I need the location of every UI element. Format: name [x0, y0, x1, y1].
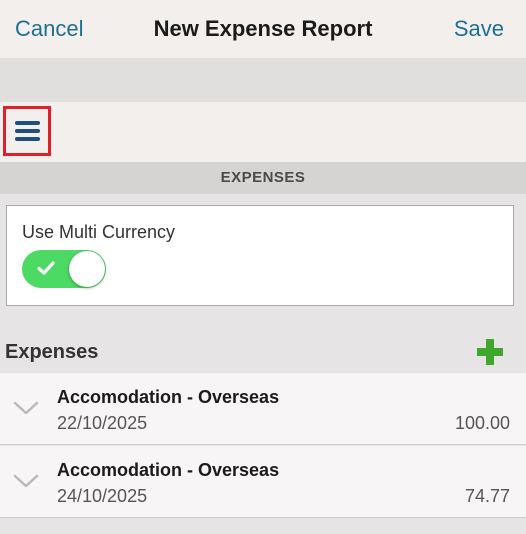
expense-report-screen: Cancel New Expense Report Save EXPENSES …: [0, 0, 526, 534]
multi-currency-card: Use Multi Currency: [6, 205, 514, 306]
expense-row[interactable]: Accomodation - Overseas 24/10/2025 74.77: [0, 446, 526, 518]
hamburger-menu-icon-bar: [15, 129, 40, 133]
checkmark-icon: [37, 261, 55, 275]
expense-row[interactable]: Accomodation - Overseas 22/10/2025 100.0…: [0, 373, 526, 445]
menu-button[interactable]: [3, 106, 51, 156]
expense-amount: 74.77: [464, 486, 510, 506]
save-button[interactable]: Save: [454, 16, 504, 42]
page-title: New Expense Report: [153, 16, 373, 41]
multi-currency-toggle[interactable]: [22, 250, 106, 288]
chevron-down-icon[interactable]: [13, 473, 39, 489]
expense-date: 24/10/2025: [57, 486, 148, 506]
hamburger-menu-icon-bar: [15, 137, 40, 141]
expense-amount: 100.00: [454, 413, 510, 433]
hamburger-menu-icon: [15, 121, 40, 125]
expense-date: 22/10/2025: [57, 413, 148, 433]
toggle-knob: [69, 251, 105, 287]
expense-name: Accomodation - Overseas: [57, 387, 280, 407]
toolbar: [0, 102, 526, 162]
navigation-bar: Cancel New Expense Report Save: [0, 0, 526, 58]
plus-icon[interactable]: [476, 338, 504, 366]
expenses-title: Expenses: [5, 341, 99, 363]
header-band: [0, 58, 526, 102]
section-header-expenses: EXPENSES: [0, 162, 526, 194]
expense-name: Accomodation - Overseas: [57, 460, 280, 480]
multi-currency-label: Use Multi Currency: [22, 222, 176, 242]
chevron-down-icon[interactable]: [13, 400, 39, 416]
